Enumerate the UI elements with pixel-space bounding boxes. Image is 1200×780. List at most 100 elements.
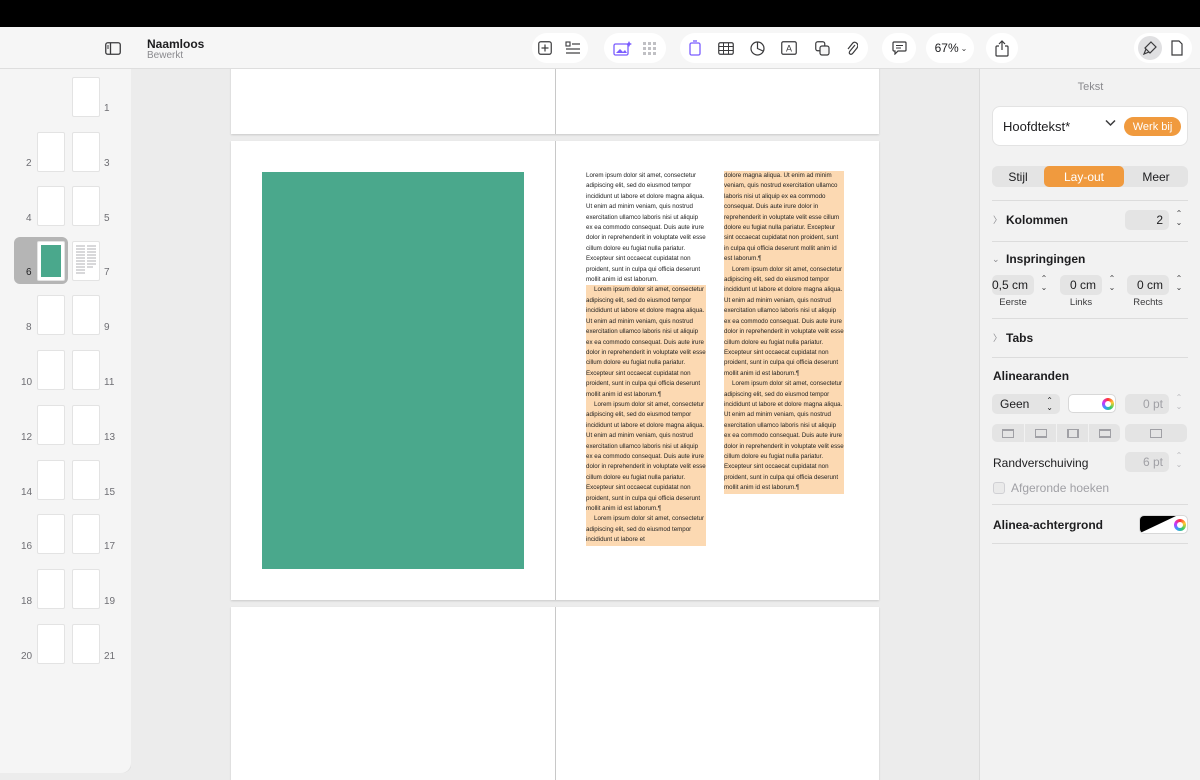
chart-icon[interactable] [748, 39, 766, 57]
right-indent-field[interactable]: 0 cm [1127, 275, 1169, 295]
indents-label: Inspringingen [1006, 252, 1086, 266]
first-indent-stepper[interactable]: ⌃ ⌄ [1038, 274, 1050, 292]
page-thumbnail[interactable] [37, 295, 65, 335]
page-number: 8 [26, 322, 32, 333]
border-top-button[interactable] [992, 424, 1024, 442]
border-width-stepper[interactable]: ⌃ ⌄ [1173, 393, 1185, 411]
sidebar-toggle-icon[interactable] [102, 37, 124, 59]
text-column-left[interactable]: Lorem ipsum dolor sit amet, consectetur … [586, 171, 706, 546]
document-icon[interactable] [1168, 38, 1186, 58]
divider [992, 318, 1188, 319]
first-indent-field[interactable]: 0,5 cm [992, 275, 1034, 295]
page-number: 17 [104, 541, 116, 552]
page-thumbnail[interactable] [37, 350, 65, 390]
left-indent-field[interactable]: 0 cm [1060, 275, 1102, 295]
color-wheel-icon [1174, 519, 1186, 531]
right-indent-stepper[interactable]: ⌃ ⌄ [1173, 274, 1185, 292]
page-thumbnail[interactable] [72, 295, 100, 335]
media-icon[interactable] [611, 38, 633, 58]
disclosure-right-icon[interactable]: 〉 [993, 331, 1002, 344]
inspector-tabs: Stijl Lay-out Meer [992, 166, 1188, 187]
divider [992, 241, 1188, 242]
text-icon[interactable]: A [780, 39, 798, 57]
page-thumbnail[interactable] [72, 350, 100, 390]
page-number: 6 [26, 267, 32, 278]
page-number: 4 [26, 213, 32, 224]
border-box-icon [1150, 428, 1162, 438]
page-thumbnail-selected[interactable] [37, 241, 65, 281]
paragraph-highlighted: Lorem ipsum dolor sit amet, consectetur … [586, 399, 706, 515]
page-number: 12 [21, 432, 33, 443]
page-thumbnail[interactable] [72, 460, 100, 500]
shape-icon[interactable] [813, 39, 831, 57]
border-width-field[interactable]: 0 pt [1125, 394, 1169, 414]
chevron-down-icon [1105, 119, 1116, 130]
left-indent-label: Links [1069, 297, 1093, 308]
left-indent-stepper[interactable]: ⌃ ⌄ [1106, 274, 1118, 292]
page-number: 19 [104, 596, 116, 607]
page-number: 5 [104, 213, 110, 224]
add-page-icon[interactable] [536, 39, 554, 57]
page-thumbnail[interactable] [37, 460, 65, 500]
page-thumbnail[interactable] [72, 132, 100, 172]
page-thumbnail[interactable] [72, 241, 100, 281]
attachment-icon[interactable] [843, 38, 861, 58]
border-box-button[interactable] [1125, 424, 1187, 442]
border-color-well[interactable] [1068, 394, 1116, 413]
columns-stepper[interactable]: ⌃ ⌄ [1173, 209, 1185, 227]
paragraph-highlighted: Lorem ipsum dolor sit amet, consectetur … [724, 264, 844, 380]
page-thumbnail[interactable] [37, 186, 65, 226]
update-style-button[interactable]: Werk bij [1124, 117, 1181, 136]
page-thumbnail[interactable] [72, 569, 100, 609]
border-offset-field[interactable]: 6 pt [1125, 452, 1169, 472]
document-canvas[interactable]: Lorem ipsum dolor sit amet, consectetur … [131, 69, 979, 780]
comment-icon[interactable] [890, 39, 908, 57]
page-thumbnail[interactable] [37, 132, 65, 172]
thumbnail-image-block [41, 245, 61, 277]
disclosure-right-icon[interactable]: 〉 [993, 213, 1002, 226]
border-inner-icon [1098, 428, 1111, 438]
text-column-right[interactable]: dolore magna aliqua. Ut enim ad minim ve… [724, 171, 844, 494]
borders-label: Alinearanden [993, 369, 1070, 383]
page-thumbnail[interactable] [72, 405, 100, 445]
page-thumbnail[interactable] [72, 186, 100, 226]
page-spine [555, 69, 556, 134]
border-inner-button[interactable] [1089, 424, 1120, 442]
page-number: 21 [104, 651, 116, 662]
columns-field[interactable]: 2 [1125, 210, 1169, 230]
page-thumbnail[interactable] [72, 77, 100, 117]
border-style-select[interactable]: Geen ⌃ ⌄ [992, 394, 1060, 414]
page-thumbnail[interactable] [37, 569, 65, 609]
color-wheel-icon [1102, 398, 1114, 410]
outline-icon[interactable] [563, 39, 583, 57]
svg-text:A: A [786, 44, 792, 54]
paragraph-style-selector[interactable]: Hoofdtekst* Werk bij [992, 106, 1188, 146]
border-bottom-button[interactable] [1025, 424, 1056, 442]
border-sides-button[interactable] [1057, 424, 1088, 442]
paragraph-background-color-well[interactable] [1139, 515, 1188, 534]
tab-more[interactable]: Meer [1124, 166, 1188, 187]
table-icon[interactable] [716, 39, 736, 57]
page-thumbnail[interactable] [37, 514, 65, 554]
rounded-corners-checkbox[interactable] [993, 482, 1005, 494]
disclosure-down-icon[interactable]: ⌄ [992, 254, 1000, 265]
page-number: 16 [21, 541, 33, 552]
tab-style[interactable]: Stijl [992, 166, 1044, 187]
zoom-level: 67% [934, 41, 959, 55]
tab-layout[interactable]: Lay-out [1044, 166, 1124, 187]
page-thumbnail[interactable] [37, 624, 65, 664]
text-box-icon[interactable] [686, 38, 704, 58]
page-thumbnail[interactable] [72, 624, 100, 664]
page-thumbnail[interactable] [72, 514, 100, 554]
document-title[interactable]: Naamloos [147, 37, 204, 51]
image-placeholder-block[interactable] [262, 172, 524, 569]
page-thumbnail[interactable] [37, 405, 65, 445]
format-brush-icon[interactable] [1138, 36, 1162, 60]
grid-icon[interactable] [640, 39, 658, 57]
chevron-updown-icon: ⌃ ⌄ [1046, 396, 1053, 412]
border-offset-stepper[interactable]: ⌃ ⌄ [1173, 451, 1185, 469]
zoom-menu[interactable]: 67% ⌄ [930, 39, 972, 57]
paragraph-highlighted: Lorem ipsum dolor sit amet, consectetur … [586, 514, 706, 546]
share-icon[interactable] [993, 38, 1011, 58]
border-sides-icon [1066, 428, 1079, 438]
